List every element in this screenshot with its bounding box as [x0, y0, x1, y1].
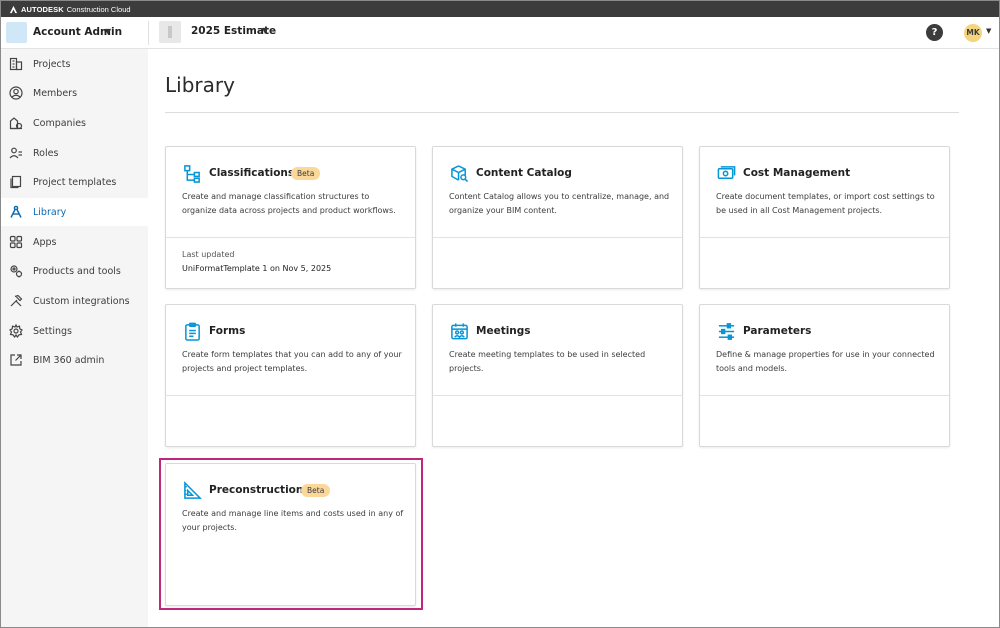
card-description: Create document templates, or import cos…: [716, 192, 935, 215]
sidebar-item-projects[interactable]: Projects: [1, 50, 148, 78]
card-divider: [433, 237, 682, 238]
sidebar-item-library[interactable]: Library: [1, 198, 148, 226]
gear-tools-icon: [8, 263, 24, 279]
card-title: Meetings: [476, 325, 531, 337]
sidebar-item-members[interactable]: Members: [1, 79, 148, 107]
cube-search-icon: [451, 165, 469, 183]
app-frame: AUTODESK Construction Cloud Account Admi…: [0, 0, 1000, 628]
building-icon: [8, 56, 24, 72]
highlight-outline: [159, 458, 423, 610]
sliders-icon: [718, 323, 735, 340]
sidebar-item-products-and-tools[interactable]: Products and tools: [1, 257, 148, 285]
library-icon: [8, 204, 24, 220]
hierarchy-icon: [184, 165, 200, 183]
top-header: Account Admin ▼ 2025 Estimate ▼ ? MK ▼: [1, 17, 999, 49]
card-title: Parameters: [743, 325, 812, 337]
beta-badge: Beta: [291, 167, 321, 180]
sidebar-item-label: Settings: [33, 325, 72, 337]
gear-icon: [8, 323, 24, 339]
brand-bar: AUTODESK Construction Cloud: [1, 1, 999, 17]
sidebar-item-custom-integrations[interactable]: Custom integrations: [1, 287, 148, 315]
sidebar-item-label: Custom integrations: [33, 295, 130, 307]
sidebar-item-label: Roles: [33, 147, 59, 159]
brand-product: Construction Cloud: [66, 4, 131, 14]
page-title: Library: [165, 73, 235, 97]
card-cost-management[interactable]: Cost Management Create document template…: [699, 146, 950, 289]
card-meetings[interactable]: Meetings Create meeting templates to be …: [432, 304, 683, 447]
sidebar-item-project-templates[interactable]: Project templates: [1, 168, 148, 196]
card-description: Content Catalog allows you to centralize…: [449, 192, 670, 215]
money-icon: [717, 166, 736, 180]
title-divider: [165, 112, 959, 113]
card-description: Create meeting templates to be used in s…: [449, 350, 646, 373]
person-circle-icon: [8, 85, 24, 101]
card-parameters[interactable]: Parameters Define & manage properties fo…: [699, 304, 950, 447]
help-button[interactable]: ?: [926, 24, 943, 41]
sidebar-item-label: Library: [33, 206, 67, 218]
sidebar-item-label: Project templates: [33, 176, 117, 188]
last-updated-value: UniFormatTemplate 1 on Nov 5, 2025: [182, 264, 332, 273]
sidebar: Projects Members Companies Roles Project…: [1, 49, 148, 627]
sidebar-item-label: Companies: [33, 117, 87, 129]
card-divider: [700, 237, 949, 238]
sidebar-item-companies[interactable]: Companies: [1, 109, 148, 137]
sidebar-item-settings[interactable]: Settings: [1, 317, 148, 345]
external-link-icon: [8, 352, 24, 368]
template-icon: [8, 174, 24, 190]
card-divider: [433, 395, 682, 396]
clipboard-icon: [185, 322, 200, 341]
account-avatar[interactable]: [6, 22, 27, 43]
sidebar-item-label: BIM 360 admin: [33, 354, 105, 366]
autodesk-logo-icon: [9, 5, 18, 13]
chevron-down-icon[interactable]: ▼: [986, 27, 991, 35]
sidebar-item-label: Members: [33, 87, 78, 99]
sidebar-item-label: Projects: [33, 58, 71, 70]
header-divider: [148, 21, 149, 45]
card-divider: [700, 395, 949, 396]
card-title: Cost Management: [743, 167, 851, 179]
sidebar-item-apps[interactable]: Apps: [1, 228, 148, 256]
card-classifications[interactable]: Classifications Beta Create and manage c…: [165, 146, 416, 289]
sidebar-item-label: Products and tools: [33, 265, 121, 277]
brand-name: AUTODESK: [21, 4, 64, 14]
hammer-wrench-icon: [8, 293, 24, 309]
calendar-people-icon: [451, 323, 468, 340]
card-title: Forms: [209, 325, 246, 337]
user-avatar[interactable]: MK: [964, 24, 982, 42]
card-title: Content Catalog: [476, 167, 572, 179]
last-updated-label: Last updated: [182, 250, 235, 259]
card-divider: [166, 237, 415, 238]
companies-icon: [8, 115, 24, 131]
card-description: Create and manage classification structu…: [182, 192, 396, 215]
roles-icon: [8, 145, 24, 161]
card-description: Define & manage properties for use in yo…: [716, 350, 935, 373]
chevron-down-icon[interactable]: ▼: [262, 26, 268, 35]
sidebar-item-label: Apps: [33, 236, 57, 248]
sidebar-item-roles[interactable]: Roles: [1, 139, 148, 167]
card-forms[interactable]: Forms Create form templates that you can…: [165, 304, 416, 447]
card-description: Create form templates that you can add t…: [182, 350, 402, 373]
card-divider: [166, 395, 415, 396]
apps-grid-icon: [8, 234, 24, 250]
project-thumbnail[interactable]: [159, 21, 181, 43]
sidebar-item-bim360-admin[interactable]: BIM 360 admin: [1, 346, 148, 374]
card-title: Classifications: [209, 167, 295, 179]
card-content-catalog[interactable]: Content Catalog Content Catalog allows y…: [432, 146, 683, 289]
chevron-down-icon[interactable]: ▼: [105, 27, 111, 36]
